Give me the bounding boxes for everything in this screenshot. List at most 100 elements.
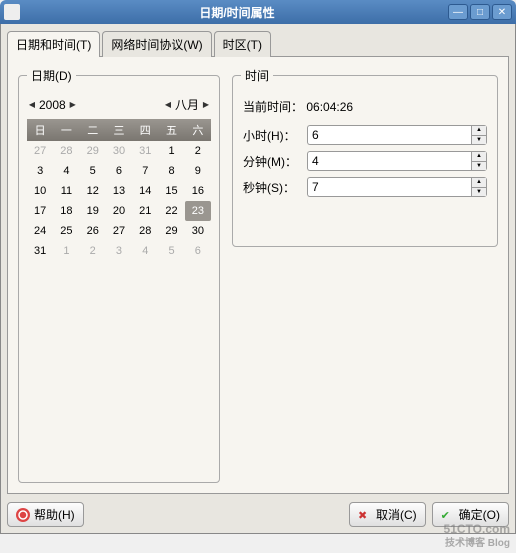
calendar-day[interactable]: 1 [53,241,79,261]
calendar-day[interactable]: 19 [80,201,106,221]
hour-down[interactable]: ▼ [472,136,486,145]
calendar-day[interactable]: 9 [185,161,211,181]
minute-input[interactable] [307,151,471,171]
time-legend: 时间 [241,67,273,84]
hour-label: 小时(H)： [243,127,303,144]
help-button[interactable]: 帮助(H) [7,502,84,527]
ok-label: 确定(O) [459,506,500,523]
help-label: 帮助(H) [34,506,75,523]
weekday-header: 三 [106,119,132,141]
cancel-button[interactable]: 取消(C) [349,502,426,527]
calendar-day[interactable]: 3 [27,161,53,181]
year-value: 2008 [39,98,66,112]
calendar: 日一二三四五六 27282930311234567891011121314151… [27,119,211,261]
calendar-day[interactable]: 7 [132,161,158,181]
cancel-label: 取消(C) [376,506,417,523]
calendar-day[interactable]: 16 [185,181,211,201]
calendar-day[interactable]: 30 [106,141,132,161]
app-icon [4,4,20,20]
ok-icon [441,508,455,522]
minute-spinner[interactable]: ▲▼ [307,151,487,171]
second-input[interactable] [307,177,471,197]
second-spinner[interactable]: ▲▼ [307,177,487,197]
calendar-day[interactable]: 21 [132,201,158,221]
cancel-icon [358,508,372,522]
month-next[interactable]: ▶ [201,98,211,112]
calendar-day[interactable]: 22 [158,201,184,221]
dialog-footer: 帮助(H) 取消(C) 确定(O) [7,494,509,527]
current-time-label: 当前时间： [243,100,303,114]
hour-up[interactable]: ▲ [472,126,486,136]
calendar-day[interactable]: 5 [158,241,184,261]
calendar-day[interactable]: 27 [27,141,53,161]
month-prev[interactable]: ◀ [163,98,173,112]
date-fieldset: 日期(D) ◀ 2008 ▶ ◀ 八月 ▶ 日一二三四五六 2728293031… [18,67,220,483]
calendar-day[interactable]: 26 [80,221,106,241]
tab-label: 网络时间协议(W) [111,38,202,52]
weekday-header: 二 [80,119,106,141]
time-fieldset: 时间 当前时间： 06:04:26 小时(H)： ▲▼ 分钟(M)： ▲▼ [232,67,498,247]
ok-button[interactable]: 确定(O) [432,502,509,527]
close-button[interactable]: ✕ [492,4,512,20]
tab-timezone[interactable]: 时区(T) [214,31,271,57]
maximize-button[interactable]: □ [470,4,490,20]
calendar-day[interactable]: 15 [158,181,184,201]
weekday-header: 六 [185,119,211,141]
window-body: 日期和时间(T) 网络时间协议(W) 时区(T) 日期(D) ◀ 2008 ▶ … [0,24,516,534]
year-prev[interactable]: ◀ [27,98,37,112]
calendar-day[interactable]: 23 [185,201,211,221]
current-time-value: 06:04:26 [306,100,353,114]
minute-label: 分钟(M)： [243,153,303,170]
calendar-day[interactable]: 29 [80,141,106,161]
calendar-day[interactable]: 6 [185,241,211,261]
calendar-day[interactable]: 11 [53,181,79,201]
weekday-header: 一 [53,119,79,141]
minute-down[interactable]: ▼ [472,162,486,171]
calendar-day[interactable]: 27 [106,221,132,241]
weekday-header: 日 [27,119,53,141]
calendar-day[interactable]: 4 [53,161,79,181]
calendar-day[interactable]: 4 [132,241,158,261]
help-icon [16,508,30,522]
calendar-day[interactable]: 17 [27,201,53,221]
tab-label: 时区(T) [223,38,262,52]
calendar-day[interactable]: 25 [53,221,79,241]
calendar-day[interactable]: 2 [80,241,106,261]
calendar-day[interactable]: 12 [80,181,106,201]
weekday-header: 五 [158,119,184,141]
hour-spinner[interactable]: ▲▼ [307,125,487,145]
calendar-day[interactable]: 6 [106,161,132,181]
window-title: 日期/时间属性 [26,4,448,21]
calendar-day[interactable]: 8 [158,161,184,181]
tab-date-time[interactable]: 日期和时间(T) [7,31,100,57]
second-up[interactable]: ▲ [472,178,486,188]
calendar-day[interactable]: 28 [132,221,158,241]
calendar-day[interactable]: 24 [27,221,53,241]
calendar-day[interactable]: 10 [27,181,53,201]
calendar-day[interactable]: 20 [106,201,132,221]
minute-up[interactable]: ▲ [472,152,486,162]
tab-ntp[interactable]: 网络时间协议(W) [102,31,211,57]
tab-label: 日期和时间(T) [16,38,91,52]
calendar-day[interactable]: 14 [132,181,158,201]
second-down[interactable]: ▼ [472,188,486,197]
calendar-day[interactable]: 31 [27,241,53,261]
tab-panel: 日期(D) ◀ 2008 ▶ ◀ 八月 ▶ 日一二三四五六 2728293031… [7,56,509,494]
calendar-day[interactable]: 3 [106,241,132,261]
calendar-day[interactable]: 29 [158,221,184,241]
calendar-day[interactable]: 5 [80,161,106,181]
calendar-day[interactable]: 31 [132,141,158,161]
minimize-button[interactable]: — [448,4,468,20]
calendar-day[interactable]: 18 [53,201,79,221]
weekday-header: 四 [132,119,158,141]
calendar-day[interactable]: 1 [158,141,184,161]
calendar-day[interactable]: 2 [185,141,211,161]
hour-input[interactable] [307,125,471,145]
calendar-day[interactable]: 13 [106,181,132,201]
calendar-day[interactable]: 28 [53,141,79,161]
tab-bar: 日期和时间(T) 网络时间协议(W) 时区(T) [7,30,509,56]
current-time-row: 当前时间： 06:04:26 [243,98,487,115]
second-label: 秒钟(S)： [243,179,303,196]
year-next[interactable]: ▶ [68,98,78,112]
calendar-day[interactable]: 30 [185,221,211,241]
